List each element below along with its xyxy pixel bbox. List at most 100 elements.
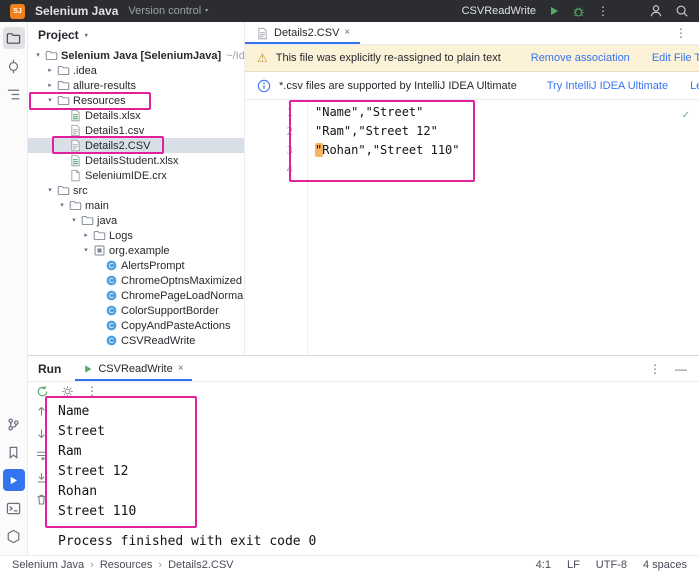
file-encoding[interactable]: UTF-8 [596,559,627,571]
tree-item[interactable]: ▾ main [28,198,244,213]
rerun-icon[interactable] [36,385,49,398]
search-icon[interactable] [675,4,689,18]
clear-icon[interactable] [35,493,48,506]
editor-area: Details2.CSV × ⋮ ⚠ This file was explici… [245,22,699,355]
file-csv-icon [68,124,82,137]
terminal-icon [6,502,21,514]
chevron-right-icon[interactable]: ▸ [80,232,92,239]
tree-item[interactable]: C CopyAndPasteActions [28,318,244,333]
indent-style[interactable]: 4 spaces [643,559,687,571]
file-plain-icon [255,27,269,40]
tree-item[interactable]: ▸ Logs [28,228,244,243]
chevron-right-icon[interactable]: ▸ [44,67,56,74]
terminal-tool-button[interactable] [3,497,25,519]
tree-item[interactable]: SeleniumIDE.crx [28,168,244,183]
folder-icon [56,64,70,77]
editor-line[interactable]: 1 "Name","Street" [245,103,699,122]
branch-icon [8,417,19,431]
project-tool-button[interactable] [2,27,25,49]
line-text [307,160,315,179]
tree-item[interactable]: C AlertsPrompt [28,258,244,273]
tree-item[interactable]: ▸ .idea [28,63,244,78]
tree-item[interactable]: C ColorSupportBorder [28,303,244,318]
run-tool-button[interactable] [2,469,25,491]
console[interactable]: Name Street Ram Street 12 Rohan Street 110 Pr… [54,400,699,555]
run-tool-window-title[interactable]: Run [38,362,61,376]
tree-item[interactable]: ▾ org.example [28,243,244,258]
tree-item[interactable]: ▾ Resources [28,93,244,108]
chevron-down-icon[interactable]: ▾ [32,52,44,59]
edit-file-types-link[interactable]: Edit File Types [652,52,699,64]
project-panel: Project ▾ ▾ Selenium Java [SeleniumJava] ~… [28,22,245,355]
try-ultimate-link[interactable]: Try IntelliJ IDEA Ultimate [547,80,668,92]
tree-item[interactable]: Details.xlsx [28,108,244,123]
tree-item[interactable]: ▸ allure-results [28,78,244,93]
soft-wrap-icon[interactable] [35,449,48,462]
editor-line[interactable]: 4 [245,160,699,179]
tree-item[interactable]: Details2.CSV [28,138,244,153]
up-icon[interactable] [35,405,48,418]
settings-icon[interactable] [61,385,74,398]
titlebar-project-name[interactable]: Selenium Java [35,4,118,18]
tree-item[interactable]: ▾ src [28,183,244,198]
more-icon[interactable]: ⋮ [675,27,699,39]
app-logo-text: SJ [13,7,22,15]
chevron-down-icon[interactable]: ▾ [44,187,56,194]
tree-item[interactable]: ▾ Selenium Java [SeleniumJava] ~/IdeaProje… [28,48,244,63]
down-icon[interactable] [35,427,48,440]
editor-tab[interactable]: Details2.CSV × [245,22,361,44]
vcs-widget[interactable]: Version control ▾ [128,5,208,17]
tree-item[interactable]: Details1.csv [28,123,244,138]
inspections-check-icon[interactable]: ✓ [682,105,689,124]
editor-code[interactable]: ✓ 1 "Name","Street" 2 "Ram","Street 12" 3 "Ro… [245,100,699,355]
class-icon: C [104,304,118,317]
breadcrumb-separator: › [158,558,163,571]
remove-association-link[interactable]: Remove association [531,52,630,64]
more-icon[interactable]: ⋮ [649,363,661,375]
tree-item-label: ColorSupportBorder [121,304,219,317]
chevron-down-icon[interactable]: ▾ [68,217,80,224]
warning-text: This file was explicitly re-assigned to … [275,52,501,64]
line-number: 1 [286,106,293,119]
project-tree: ▾ Selenium Java [SeleniumJava] ~/IdeaProje… [28,48,244,355]
folder-icon [92,229,106,242]
chevron-right-icon[interactable]: ▸ [44,82,56,89]
close-icon[interactable]: × [344,28,350,38]
project-panel-header[interactable]: Project ▾ [28,22,244,48]
structure-tool-button[interactable] [3,83,25,105]
run-tab[interactable]: CSVReadWrite × [75,356,192,381]
chevron-down-icon[interactable]: ▾ [56,202,68,209]
line-separator[interactable]: LF [567,559,580,571]
content-column: Project ▾ ▾ Selenium Java [SeleniumJava] ~… [28,22,699,555]
hide-icon[interactable]: — [675,363,687,375]
run-button[interactable] [548,5,560,17]
line-text: "Rohan","Street 110" [315,143,460,157]
run-panel-actions: ⋮ — [649,363,699,375]
tree-item-label: ChromeOptnsMaximized [121,274,243,287]
scroll-to-end-icon[interactable] [35,471,48,484]
run-console: Name Street Ram Street 12 Rohan Street 110 Pr… [28,400,699,555]
profile-icon[interactable] [649,4,663,18]
tree-item[interactable]: DetailsStudent.xlsx [28,153,244,168]
tree-item[interactable]: C ChromePageLoadNormal [28,288,244,303]
services-tool-button[interactable] [3,525,25,547]
tree-item[interactable]: C CSVReadWrite [28,333,244,348]
vcs-tool-button[interactable] [3,413,25,435]
chevron-down-icon[interactable]: ▾ [44,97,56,104]
more-icon[interactable]: ⋮ [597,5,609,17]
debug-button[interactable] [572,5,585,18]
chevron-down-icon[interactable]: ▾ [80,247,92,254]
learn-more-link[interactable]: Learn more [690,80,699,92]
tree-item[interactable]: ▾ java [28,213,244,228]
bookmarks-tool-button[interactable] [3,441,25,463]
editor-line[interactable]: 3 "Rohan","Street 110" [245,141,699,160]
breadcrumb-item[interactable]: Resources [100,559,153,571]
caret-position[interactable]: 4:1 [536,559,551,571]
close-icon[interactable]: × [178,363,184,374]
tree-item[interactable]: C ChromeOptnsMaximized [28,273,244,288]
breadcrumb-item[interactable]: Details2.CSV [168,559,233,571]
editor-line[interactable]: 2 "Ram","Street 12" [245,122,699,141]
breadcrumb-item[interactable]: Selenium Java [12,559,84,571]
run-config-selector[interactable]: CSVReadWrite [462,5,536,17]
commit-tool-button[interactable] [3,55,25,77]
